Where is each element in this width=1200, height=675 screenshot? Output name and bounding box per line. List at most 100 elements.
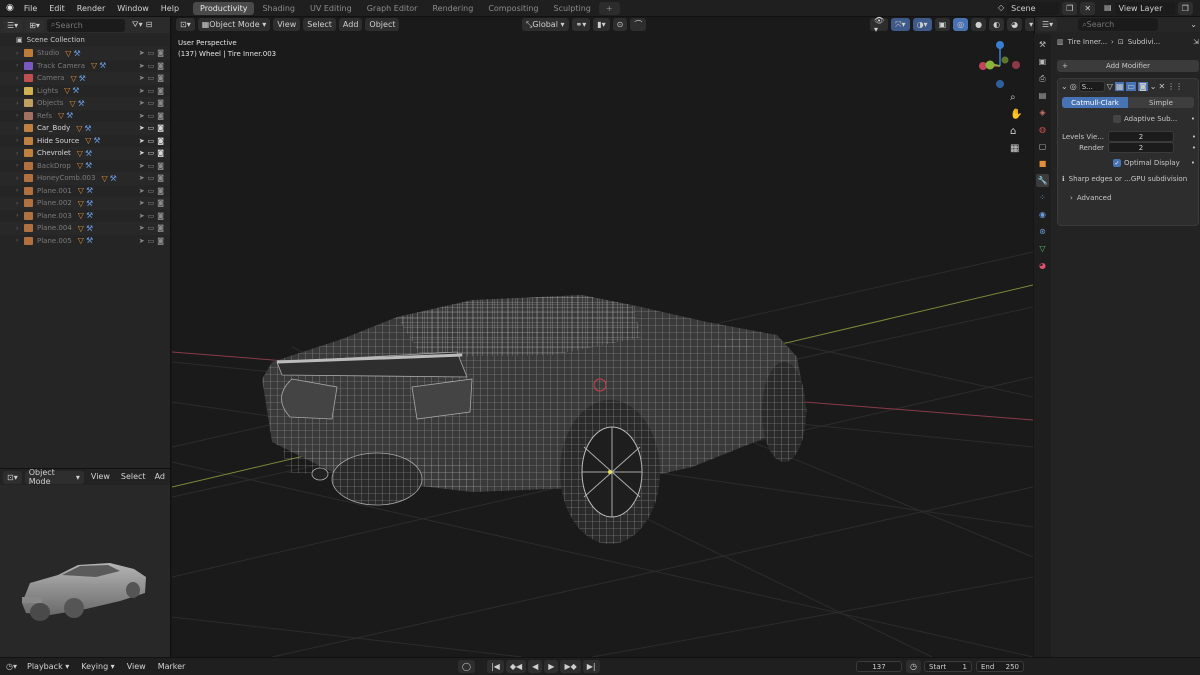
outliner-row[interactable]: › Lights ▽ ⚒ ➤ ▭ ◙: [0, 85, 170, 98]
gizmo-icon[interactable]: ⤧▾: [891, 18, 910, 31]
outliner-row[interactable]: › Refs ▽ ⚒ ➤ ▭ ◙: [0, 110, 170, 123]
clock-icon[interactable]: ◷: [906, 660, 921, 673]
render-toggle-icon[interactable]: ◙: [157, 112, 164, 120]
collapse-chevron-icon[interactable]: ⌄: [1061, 82, 1068, 91]
adaptive-anim-dot-icon[interactable]: •: [1191, 115, 1195, 123]
optimal-anim-dot-icon[interactable]: •: [1191, 159, 1195, 167]
expand-arrow-icon[interactable]: ›: [16, 225, 24, 232]
tab-catmull-clark[interactable]: Catmull-Clark: [1062, 97, 1128, 108]
menu-file[interactable]: File: [18, 0, 43, 17]
expand-arrow-icon[interactable]: ›: [16, 125, 24, 132]
select-toggle-icon[interactable]: ➤: [139, 62, 145, 70]
timeline-editor-icon[interactable]: ◷▾: [6, 662, 17, 671]
end-frame-field[interactable]: End 250: [976, 661, 1024, 672]
world-tab-icon[interactable]: ◍: [1036, 123, 1049, 136]
viewport-toggle-icon[interactable]: ▭: [148, 112, 155, 120]
viewport-toggle-icon[interactable]: ▭: [148, 137, 155, 145]
render-toggle-icon[interactable]: ◙: [157, 137, 164, 145]
expand-arrow-icon[interactable]: ›: [16, 50, 24, 57]
visibility-icon[interactable]: 👁▾: [870, 16, 889, 34]
pan-hand-icon[interactable]: ✋: [1010, 109, 1022, 120]
viewport-editor-type-icon[interactable]: ⊡▾: [176, 18, 195, 31]
viewport-canvas[interactable]: [172, 17, 1033, 657]
outliner-root[interactable]: ▣ Scene Collection: [0, 33, 170, 47]
outliner-row[interactable]: › Studio ▽ ⚒ ➤ ▭ ◙: [0, 47, 170, 60]
render-toggle-icon[interactable]: ◙: [157, 162, 164, 170]
select-toggle-icon[interactable]: ➤: [139, 224, 145, 232]
select-toggle-icon[interactable]: ➤: [139, 49, 145, 57]
shading-solid-icon[interactable]: ●: [971, 18, 987, 31]
blender-logo-icon[interactable]: ◉: [6, 3, 14, 13]
optimal-display-checkbox[interactable]: ✓: [1113, 159, 1121, 167]
select-toggle-icon[interactable]: ➤: [139, 112, 145, 120]
select-toggle-icon[interactable]: ➤: [139, 149, 145, 157]
auto-key-icon[interactable]: ◯: [458, 660, 475, 673]
timeline-menu-keying[interactable]: Keying ▾: [75, 658, 120, 675]
select-toggle-icon[interactable]: ➤: [139, 199, 145, 207]
render-toggle-icon[interactable]: ◙: [157, 74, 164, 82]
select-toggle-icon[interactable]: ➤: [139, 174, 145, 182]
add-modifier-button[interactable]: + Add Modifier: [1057, 60, 1199, 72]
3d-viewport[interactable]: [172, 17, 1033, 657]
view-layer-copy-icon[interactable]: ❐: [1177, 1, 1193, 15]
outliner-row[interactable]: › Track Camera ▽ ⚒ ➤ ▭ ◙: [0, 60, 170, 73]
tab-rendering[interactable]: Rendering: [425, 2, 480, 15]
expand-arrow-icon[interactable]: ›: [16, 137, 24, 144]
expand-arrow-icon[interactable]: ›: [16, 100, 24, 107]
modifier-remove-icon[interactable]: ✕: [1158, 82, 1165, 91]
timeline-menu-view[interactable]: View: [121, 658, 152, 675]
editor-type-icon[interactable]: ☰▾: [3, 18, 23, 32]
adaptive-checkbox[interactable]: [1113, 115, 1121, 123]
jump-start-icon[interactable]: |◀: [486, 660, 504, 673]
viewport-toggle-icon[interactable]: ▭: [148, 212, 155, 220]
select-toggle-icon[interactable]: ➤: [139, 162, 145, 170]
expand-arrow-icon[interactable]: ›: [16, 87, 24, 94]
tab-shading[interactable]: Shading: [255, 2, 302, 15]
tab-uv-editing[interactable]: UV Editing: [303, 2, 359, 15]
outliner-row[interactable]: › Plane.004 ▽ ⚒ ➤ ▭ ◙: [0, 222, 170, 235]
render-levels-field[interactable]: 2: [1108, 142, 1174, 153]
object-tab-icon[interactable]: ■: [1036, 157, 1049, 170]
viewport-toggle-icon[interactable]: ▭: [148, 62, 155, 70]
add-workspace-button[interactable]: +: [598, 1, 620, 15]
properties-editor-type-icon[interactable]: ☰▾: [1038, 18, 1058, 31]
levels-viewport-field[interactable]: 2: [1108, 131, 1174, 142]
select-toggle-icon[interactable]: ➤: [139, 74, 145, 82]
neg-x-axis-icon[interactable]: [1012, 61, 1020, 69]
edit-mode-toggle-icon[interactable]: ▽: [1107, 82, 1113, 91]
render-anim-dot-icon[interactable]: •: [1192, 144, 1196, 152]
select-toggle-icon[interactable]: ➤: [139, 124, 145, 132]
select-toggle-icon[interactable]: ➤: [139, 237, 145, 245]
preview-menu-add[interactable]: Ad: [153, 469, 167, 485]
tab-simple[interactable]: Simple: [1128, 97, 1194, 108]
xray-icon[interactable]: ▣: [934, 18, 951, 31]
preview-menu-view[interactable]: View: [87, 469, 114, 485]
modifier-tab-icon[interactable]: 🔧: [1036, 174, 1049, 187]
camera-view-icon[interactable]: ⌂: [1010, 126, 1022, 137]
preview-editor-type-icon[interactable]: ⊡▾: [3, 470, 22, 484]
viewport-toggle-icon[interactable]: ▭: [148, 224, 155, 232]
neg-y-axis-icon[interactable]: [1001, 56, 1009, 64]
render-toggle-icon[interactable]: ◙: [157, 49, 164, 57]
render-toggle-icon[interactable]: ◙: [157, 174, 164, 182]
timeline-menu-playback[interactable]: Playback ▾: [21, 658, 75, 675]
viewport-toggle-icon[interactable]: ▭: [148, 99, 155, 107]
timeline-menu-marker[interactable]: Marker: [152, 658, 192, 675]
select-toggle-icon[interactable]: ➤: [139, 87, 145, 95]
scene-name-field[interactable]: Scene: [1007, 1, 1060, 15]
physics-tab-icon[interactable]: ◉: [1036, 208, 1049, 221]
properties-search-input[interactable]: ⌕ Search: [1078, 18, 1159, 31]
prev-keyframe-icon[interactable]: ◆◀: [505, 660, 527, 673]
render-toggle-icon[interactable]: ◙: [157, 124, 164, 132]
menu-window[interactable]: Window: [111, 0, 155, 17]
select-toggle-icon[interactable]: ➤: [139, 187, 145, 195]
display-mode-icon[interactable]: ⊞▾: [25, 18, 44, 32]
shading-material-icon[interactable]: ◐: [989, 18, 1005, 31]
viewport-toggle-icon[interactable]: ▭: [148, 124, 155, 132]
constraints-tab-icon[interactable]: ⊛: [1036, 225, 1049, 238]
render-toggle-icon[interactable]: ◙: [157, 237, 164, 245]
modifier-dropdown-icon[interactable]: ⌄: [1150, 82, 1157, 91]
expand-arrow-icon[interactable]: ›: [16, 187, 24, 194]
outliner-row[interactable]: › BackDrop ▽ ⚒ ➤ ▭ ◙: [0, 160, 170, 173]
outliner-row[interactable]: › HoneyComb.003 ▽ ⚒ ➤ ▭ ◙: [0, 172, 170, 185]
